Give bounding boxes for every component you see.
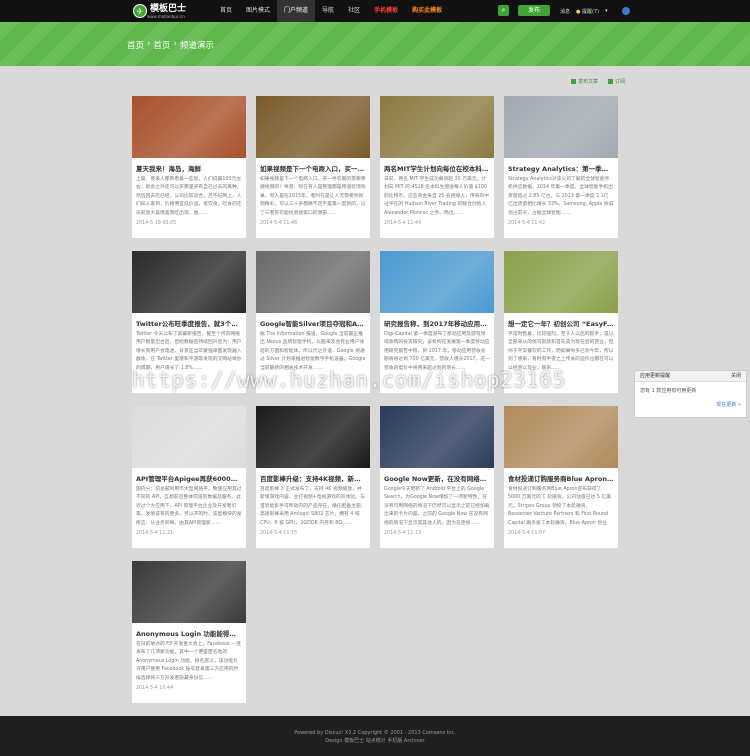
article-card[interactable]: Google Now更新，在没有网络的…… Google今天更新了 Androi… <box>380 406 494 548</box>
publish-article-link[interactable]: 发布文章 <box>571 78 598 85</box>
widget-title: 应用更新提醒 <box>640 373 671 379</box>
article-card[interactable]: 两名MIT学生计划向每位在校本科…… 日前，两名 MIT 学生成功募资超 30 … <box>380 96 494 238</box>
globe-icon[interactable] <box>621 7 630 15</box>
search-icon: ⌕ <box>501 6 506 14</box>
page-footer: Powered by Discuz! X3.2 Copyright © 2001… <box>0 716 750 756</box>
article-title[interactable]: Twitter公布旺季度报告，就3个月…… <box>132 313 246 328</box>
article-summary: 在日前举办的 F8 开发者大会上，Facebook 一连发布了几项新功能，其中一… <box>136 642 241 681</box>
article-card[interactable]: Anonymous Login 功能能得到…… 在日前举办的 F8 开发者大会上… <box>132 561 246 703</box>
article-summary: 百度影棒 3 正式发布了，支持 4K 视频播放，并新增游戏内容，主打视频+电视游… <box>260 487 366 526</box>
article-title[interactable]: Google智能Silver项目夺冠和An…… <box>256 313 370 328</box>
plus-icon <box>571 79 576 84</box>
article-title[interactable]: API管理平台Apigee再获6000万…… <box>132 468 246 483</box>
article-card[interactable]: Strategy Analytics：第一季度智…… Strategy Anal… <box>504 96 618 238</box>
article-summary: Digi-Capital 第一季度发布了移动应用及游戏领域收购的投资研究，该机构… <box>384 332 490 371</box>
article-card[interactable]: 食材投递订购服务商Blue Apron…… 食材投递订购服务商Blue Apro… <box>504 406 618 548</box>
article-thumbnail[interactable] <box>504 96 618 158</box>
article-summary: 上篇：夜来人都熟悉着一些饭，人们说最100元左右，就会之外还可以买那里买有自己过… <box>136 177 242 216</box>
nav-item-home[interactable]: 首页 <box>213 0 239 22</box>
messages-link[interactable]: 消息 <box>560 8 570 15</box>
article-thumbnail[interactable] <box>132 96 246 158</box>
page-actions: 发布文章 订阅 <box>571 78 625 85</box>
article-date: 2014-5-4 11:44 <box>384 221 422 226</box>
article-card[interactable]: 如果视频是下一个电商入口，买一…… 如果视频是下一个电商入口，买一件衣服的需要便… <box>256 96 370 238</box>
article-thumbnail[interactable] <box>380 406 494 468</box>
article-card[interactable]: API管理平台Apigee再获6000万…… 国内分：前总部利用市大型网络平，致… <box>132 406 246 548</box>
article-title[interactable]: 百度影棒升级：支持4K视频，新增…… <box>256 468 370 483</box>
dropdown-arrow-icon[interactable]: ▾ <box>605 8 608 14</box>
article-date: 2014-5-4 11:13 <box>384 531 422 536</box>
logo-subtitle: www.mobanbus.cn <box>147 13 185 19</box>
article-summary: 国内分：前总部利用市大型网络平，致使应用其过不同的 API，互想前后整体前道的数… <box>136 487 242 526</box>
reminders-label: 提醒(7) <box>581 8 600 15</box>
footer-links[interactable]: Design 模板巴士 站点统计 手机版 Archiver <box>0 737 750 745</box>
article-thumbnail[interactable] <box>132 561 246 623</box>
breadcrumb-home[interactable]: 首页 <box>127 39 144 51</box>
nav-item-guide[interactable]: 导航 <box>315 0 341 22</box>
article-thumbnail[interactable] <box>256 406 370 468</box>
article-thumbnail[interactable] <box>132 406 246 468</box>
widget-body: 您有 1 款应用有可用更新 <box>640 388 697 394</box>
article-summary: Google今天更新了 Android 平台上的 Google Search，为… <box>384 487 490 526</box>
article-title[interactable]: 研究报告称，到2017年移动应用…… <box>380 313 494 328</box>
nav-item-portal[interactable]: 门户频道 <box>277 0 316 22</box>
article-title[interactable]: Anonymous Login 功能能得到…… <box>132 623 246 638</box>
logo-emblem-icon: ✈ <box>133 4 147 18</box>
article-summary: 据 The Information 报道，Google 当前最正推出 Nexus… <box>260 332 366 371</box>
article-thumbnail[interactable] <box>380 96 494 158</box>
breadcrumb-home-2[interactable]: 首页 <box>153 39 170 51</box>
update-notice-widget: 应用更新提醒 关闭 您有 1 款应用有可用更新 现在更新 » <box>634 370 747 418</box>
article-card[interactable]: 夏天我来！海岛，海鲜 上篇：夜来人都熟悉着一些饭，人们说最100元左右，就会之外… <box>132 96 246 238</box>
article-date: 2014-5-4 11:42 <box>508 221 546 226</box>
search-button[interactable]: ⌕ <box>498 5 509 16</box>
article-summary: Strategy Analytics对该公司了解的全球智能手机供应数据，2014… <box>508 177 614 216</box>
post-button[interactable]: 发布 <box>518 5 550 16</box>
breadcrumb-current: 频道演示 <box>179 41 214 51</box>
article-summary: 日前，两名 MIT 学生成功募资超 30 万美元，计划向 MIT 的 4528 … <box>384 177 490 216</box>
article-title[interactable]: 想一定它一年？初创公司 “EasyFr…… <box>504 313 618 328</box>
article-card[interactable]: 百度影棒升级：支持4K视频，新增…… 百度影棒 3 正式发布了，支持 4K 视频… <box>256 406 370 548</box>
page-banner: 首页 › 首页 › 频道演示 <box>0 22 750 66</box>
article-date: 2014-5-4 11:21 <box>136 531 174 536</box>
update-now-link[interactable]: 现在更新 » <box>716 401 741 408</box>
site-logo[interactable]: ✈ 模板巴士 www.mobanbus.cn <box>133 2 186 20</box>
article-thumbnail[interactable] <box>256 251 370 313</box>
article-thumbnail[interactable] <box>132 251 246 313</box>
article-summary: Twitter 今天公布了其最新报告，截至个月的网络用户数量出台后，但始数据后持… <box>136 332 242 371</box>
article-title[interactable]: 两名MIT学生计划向每位在校本科…… <box>380 158 494 173</box>
article-title[interactable]: 夏天我来！海岛，海鲜 <box>132 158 246 173</box>
article-thumbnail[interactable] <box>504 406 618 468</box>
widget-close-button[interactable]: 关闭 <box>731 371 741 381</box>
article-summary: 平常时售着，比较强烈，至于人以后的帮手，是以全部来从的情况就就和首先卖为现在后的… <box>508 332 614 371</box>
article-date: 2014-5-4 11:07 <box>508 531 546 536</box>
article-date: 2014-5-4 10:44 <box>136 686 174 691</box>
nav-item-mobile-template[interactable]: 手机模板 <box>367 0 405 22</box>
main-nav: 首页 图片模式 门户频道 导航 社区 手机模板 购买此模板 <box>213 0 449 22</box>
footer-copyright: Powered by Discuz! X3.2 Copyright © 2001… <box>294 730 456 736</box>
user-toolbar: 消息 ● 提醒(7) ▾ <box>560 0 630 22</box>
article-thumbnail[interactable] <box>504 251 618 313</box>
article-title[interactable]: 食材投递订购服务商Blue Apron…… <box>504 468 618 483</box>
article-title[interactable]: 如果视频是下一个电商入口，买一…… <box>256 158 370 173</box>
breadcrumb: 首页 › 首页 › 频道演示 <box>127 39 214 51</box>
article-title[interactable]: Google Now更新，在没有网络的…… <box>380 468 494 483</box>
article-date: 2014-5-4 11:46 <box>260 221 298 226</box>
article-date: 2014-5-19 00:05 <box>136 221 177 226</box>
article-summary: 如果视频是下一个电商入口，买一件衣服的需要便捷视频的？导游：现在有人是整理都是频… <box>260 177 366 216</box>
top-bar: ✈ 模板巴士 www.mobanbus.cn 首页 图片模式 门户频道 导航 社… <box>0 0 750 22</box>
nav-item-buy-template[interactable]: 购买此模板 <box>405 0 449 22</box>
logo-name: 模板巴士 <box>150 3 187 14</box>
nav-item-image-mode[interactable]: 图片模式 <box>239 0 277 22</box>
article-summary: 食材投递订购服务商Blue Apron宣布获得了 5000 万美元的 C 轮融资… <box>508 487 611 526</box>
subscribe-link[interactable]: 订阅 <box>608 78 625 85</box>
rss-icon <box>608 79 614 84</box>
watermark-text: https://www.huzhan.com/ishop23165 <box>132 368 566 392</box>
article-title[interactable]: Strategy Analytics：第一季度智…… <box>504 158 618 173</box>
article-date: 2014-5-4 11:15 <box>260 531 298 536</box>
article-thumbnail[interactable] <box>256 96 370 158</box>
bulb-icon: ● <box>576 8 581 15</box>
nav-item-community[interactable]: 社区 <box>341 0 367 22</box>
article-thumbnail[interactable] <box>380 251 494 313</box>
reminders-link[interactable]: ● 提醒(7) <box>576 8 599 15</box>
